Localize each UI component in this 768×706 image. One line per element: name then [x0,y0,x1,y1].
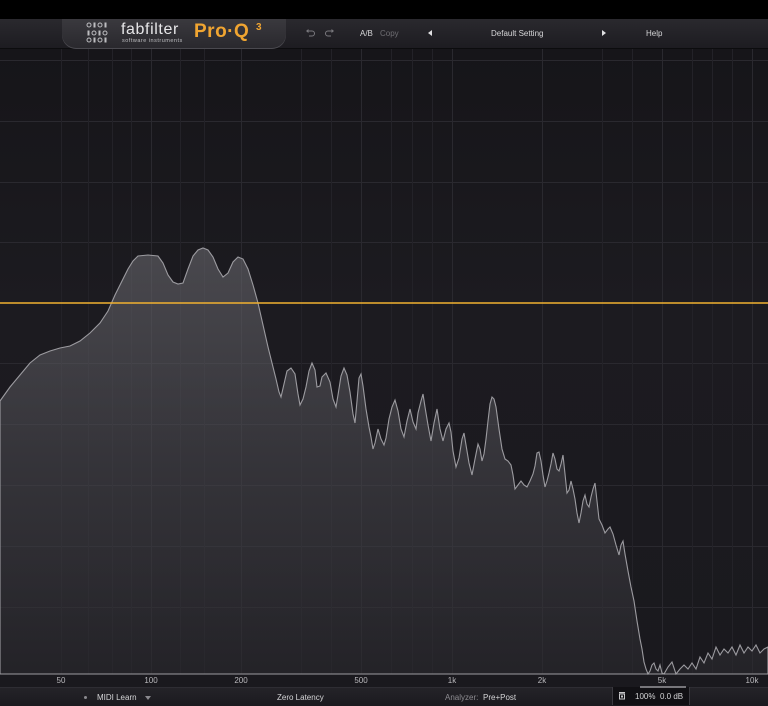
output-gain-value[interactable]: 0.0 dB [660,692,683,701]
help-button[interactable]: Help [646,29,662,38]
undo-icon[interactable] [305,29,315,38]
freq-label: 2k [537,676,547,685]
midi-dropdown-icon[interactable] [145,696,151,700]
freq-label: 100 [144,676,158,685]
brand-subtitle: software instruments [122,38,183,44]
freq-label: 50 [56,676,66,685]
spectrum-analyzer-fill [0,247,768,676]
freq-label: 500 [354,676,368,685]
next-preset-icon[interactable] [602,30,606,36]
redo-icon[interactable] [325,29,335,38]
freq-label: 5k [657,676,667,685]
ab-compare-button[interactable]: A/B [360,29,373,38]
product-name: Pro·Q [194,21,250,42]
fabfilter-logo-icon [86,22,108,43]
freq-label: 10k [745,676,759,685]
midi-learn-button[interactable]: MIDI Learn [97,693,137,702]
eq-display[interactable]: 50 100 200 500 1k 2k 5k 10k [0,49,768,687]
output-options-icon[interactable] [618,691,626,700]
spectrum-graph[interactable] [0,49,768,687]
copy-button[interactable]: Copy [380,29,399,38]
previous-preset-icon[interactable] [428,30,432,36]
output-gain-slider[interactable] [640,686,686,688]
latency-mode-button[interactable]: Zero Latency [277,693,324,702]
output-scale-value[interactable]: 100% [635,692,655,701]
product-version: 3 [256,22,262,33]
pro-q3-window: fabfilter software instruments Pro·Q 3 A… [0,0,768,706]
freq-label: 1k [447,676,457,685]
title-strip [0,0,768,19]
brand-name: fabfilter [121,21,179,38]
analyzer-mode-button[interactable]: Pre+Post [483,693,516,702]
analyzer-label: Analyzer: [445,693,479,702]
freq-label: 200 [234,676,248,685]
midi-indicator-icon [84,696,87,699]
preset-name[interactable]: Default Setting [491,29,543,38]
